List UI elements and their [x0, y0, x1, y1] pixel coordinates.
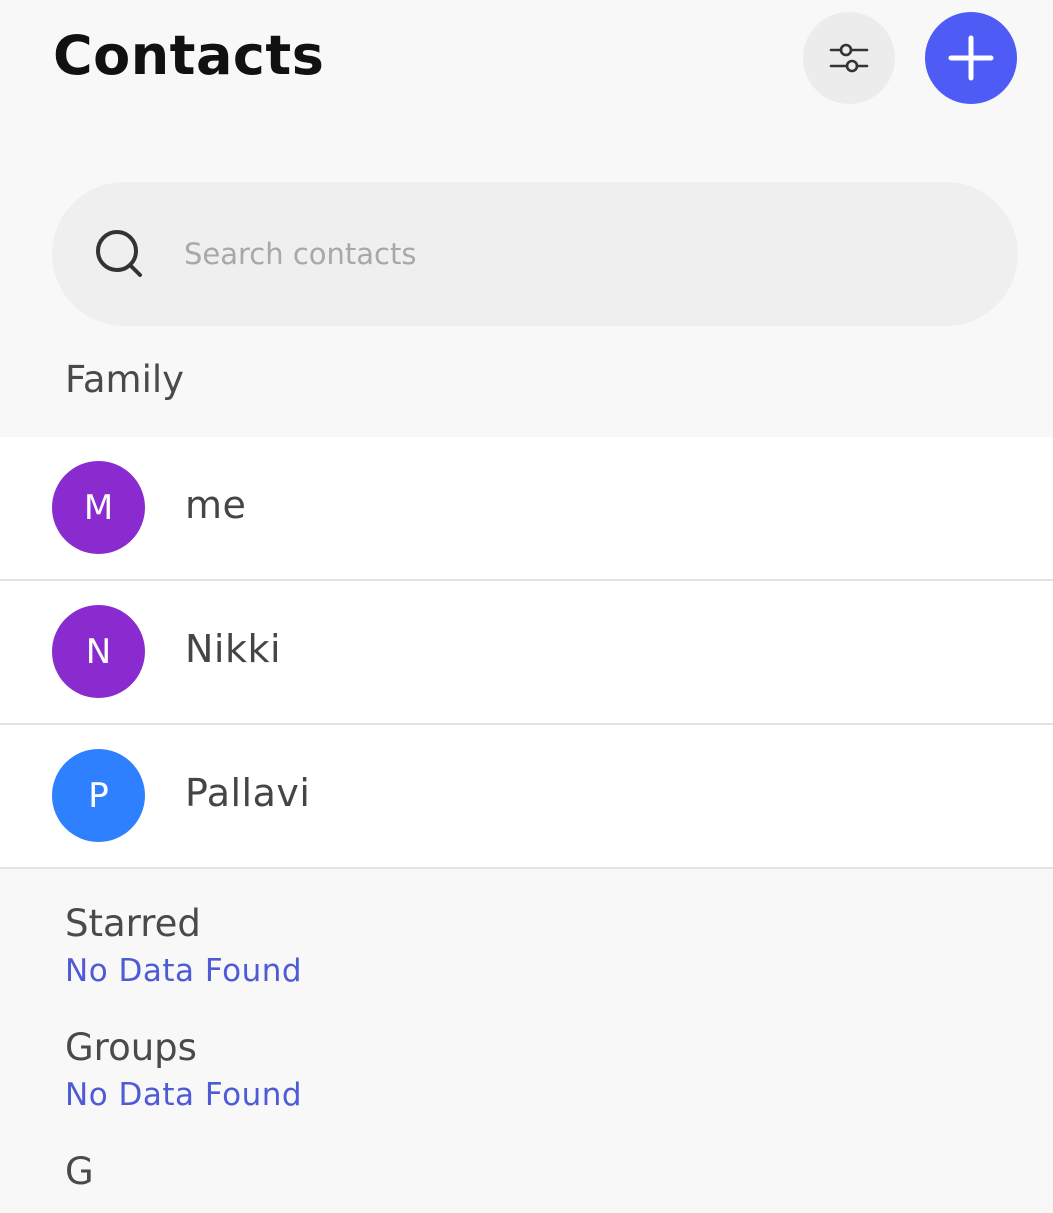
contact-row-nikki[interactable]: N Nikki — [0, 581, 1053, 725]
contact-row-me[interactable]: M me — [0, 437, 1053, 581]
avatar: P — [52, 749, 145, 842]
contact-name: me — [185, 483, 247, 527]
contact-row-pallavi[interactable]: P Pallavi — [0, 725, 1053, 869]
sliders-icon — [829, 43, 869, 73]
plus-icon — [948, 35, 994, 81]
header: Contacts — [0, 0, 1053, 140]
avatar: N — [52, 605, 145, 698]
section-title-starred: Starred — [65, 902, 201, 945]
search-icon — [96, 230, 142, 277]
contact-list: M me N Nikki P Pallavi — [0, 437, 1053, 869]
groups-empty-message: No Data Found — [65, 1077, 303, 1113]
page-title: Contacts — [53, 24, 325, 87]
search-input[interactable] — [184, 228, 964, 280]
section-title-family: Family — [65, 358, 185, 401]
section-title-groups: Groups — [65, 1026, 197, 1069]
add-contact-button[interactable] — [925, 12, 1017, 104]
contact-name: Pallavi — [185, 771, 311, 815]
avatar: M — [52, 461, 145, 554]
starred-empty-message: No Data Found — [65, 953, 303, 989]
contact-name: Nikki — [185, 627, 282, 671]
filter-button[interactable] — [803, 12, 895, 104]
section-title-alphabet: G — [65, 1150, 94, 1193]
